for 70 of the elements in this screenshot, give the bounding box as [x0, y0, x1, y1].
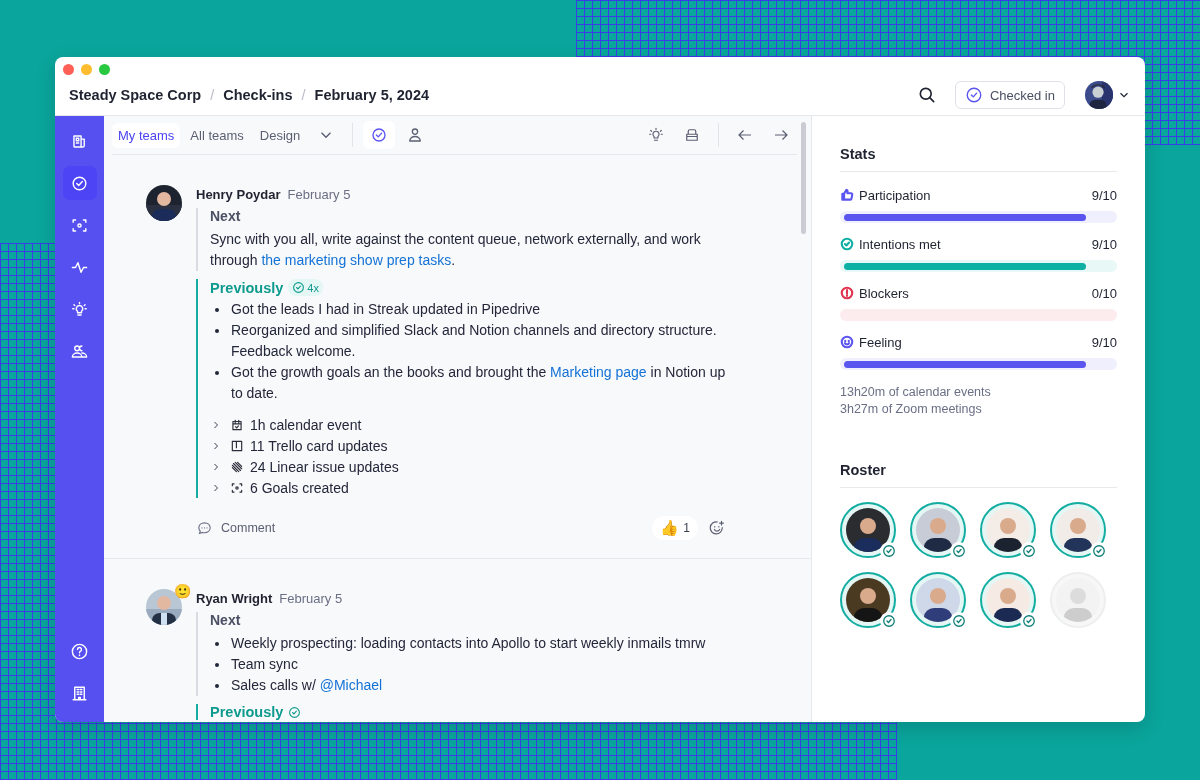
- reaction-button[interactable]: 👍 1: [652, 516, 698, 540]
- link[interactable]: Marketing page: [550, 364, 647, 380]
- breadcrumb-item[interactable]: Check-ins: [223, 87, 293, 103]
- breadcrumb-item[interactable]: February 5, 2024: [314, 87, 429, 103]
- bullet-icon: [215, 663, 219, 667]
- add-reaction-icon[interactable]: [708, 519, 726, 537]
- section-title: Stats: [840, 146, 1117, 172]
- done-item: Got the growth goals an the books and brought the Marketing page in Notion up to date.: [231, 363, 726, 403]
- streak-count: 4x: [307, 281, 319, 294]
- team-tab[interactable]: All teams: [184, 122, 250, 148]
- roster-avatar[interactable]: [910, 502, 966, 558]
- bullet-icon: [215, 642, 219, 646]
- stat-note: 3h27m of Zoom meetings: [840, 401, 983, 418]
- stat-value: 9/10: [1091, 334, 1117, 350]
- roster-avatar[interactable]: [980, 572, 1036, 628]
- scrollbar[interactable]: [801, 122, 806, 234]
- checked-in-button[interactable]: Checked in: [954, 81, 1065, 109]
- roster-avatar[interactable]: [1050, 502, 1106, 558]
- roster-avatar[interactable]: [840, 502, 896, 558]
- lightbulb-icon[interactable]: [647, 126, 665, 144]
- done-item: Got the leads I had in Streak updated in Pipedrive: [231, 300, 540, 319]
- bullet-icon: [215, 329, 219, 333]
- stat-label: Participation: [859, 187, 931, 203]
- comment-button[interactable]: Comment: [196, 519, 276, 537]
- stat-value: 0/10: [1091, 285, 1117, 301]
- stat-value: 9/10: [1091, 236, 1117, 252]
- roster-avatar[interactable]: [840, 572, 896, 628]
- breadcrumb-separator: /: [210, 87, 215, 103]
- breadcrumb-item[interactable]: Steady Space Corp: [69, 87, 202, 103]
- plan-text: Sync with you all, write against the content queue, network externally, and work through the marketing show prep tasks.: [210, 230, 702, 270]
- activity-summary[interactable]: 1h calendar event: [250, 416, 362, 433]
- thumbs-up-icon: [840, 188, 854, 202]
- entry-date: February 5: [279, 591, 343, 606]
- archive-icon[interactable]: [683, 126, 701, 144]
- stat-label: Blockers: [859, 285, 909, 301]
- plan-item: Weekly prospecting: loading contacts into Apollo to start weekly inmails tmrw: [231, 634, 706, 653]
- activity-summary[interactable]: 6 Goals created: [250, 479, 349, 496]
- plan-item: Team sync: [231, 655, 298, 674]
- team-tab[interactable]: My teams: [112, 122, 181, 148]
- smile-icon: [840, 335, 854, 349]
- comment-icon: [196, 519, 213, 537]
- section-title: Previously: [210, 279, 284, 296]
- stat-label: Feeling: [859, 334, 902, 350]
- section-title: Next: [210, 612, 242, 628]
- author-name[interactable]: Ryan Wright: [196, 591, 273, 606]
- board-icon: [230, 438, 244, 453]
- plan-item: Sales calls w/ @Michael: [231, 676, 383, 695]
- breadcrumb-separator: /: [301, 87, 306, 103]
- activity-summary[interactable]: 11 Trello card updates: [250, 437, 388, 454]
- roster-avatar[interactable]: [980, 502, 1036, 558]
- author-name[interactable]: Henry Poydar: [196, 187, 281, 202]
- section-title: Roster: [840, 462, 1117, 488]
- section-title: Next: [210, 208, 242, 224]
- bullet-icon: [215, 684, 219, 688]
- status-emoji: 🙂: [174, 583, 191, 599]
- roster-avatar[interactable]: [910, 572, 966, 628]
- link[interactable]: @Michael: [319, 677, 383, 693]
- stat-note: 13h20m of calendar events: [840, 384, 992, 401]
- calendar-icon: [230, 417, 244, 432]
- section-title: Previously: [210, 704, 284, 720]
- activity-summary[interactable]: 24 Linear issue updates: [250, 458, 399, 475]
- done-item: Reorganized and simplified Slack and Notion channels and directory structure. Feedback welcome.: [231, 321, 718, 361]
- stat-label: Intentions met: [859, 236, 941, 252]
- team-tab[interactable]: Design: [253, 122, 307, 148]
- stat-value: 9/10: [1091, 187, 1117, 203]
- bullet-icon: [215, 371, 219, 375]
- entry-date: February 5: [287, 187, 351, 202]
- target-icon: [230, 480, 244, 495]
- close-button[interactable]: [63, 64, 74, 75]
- bullet-icon: [215, 308, 219, 312]
